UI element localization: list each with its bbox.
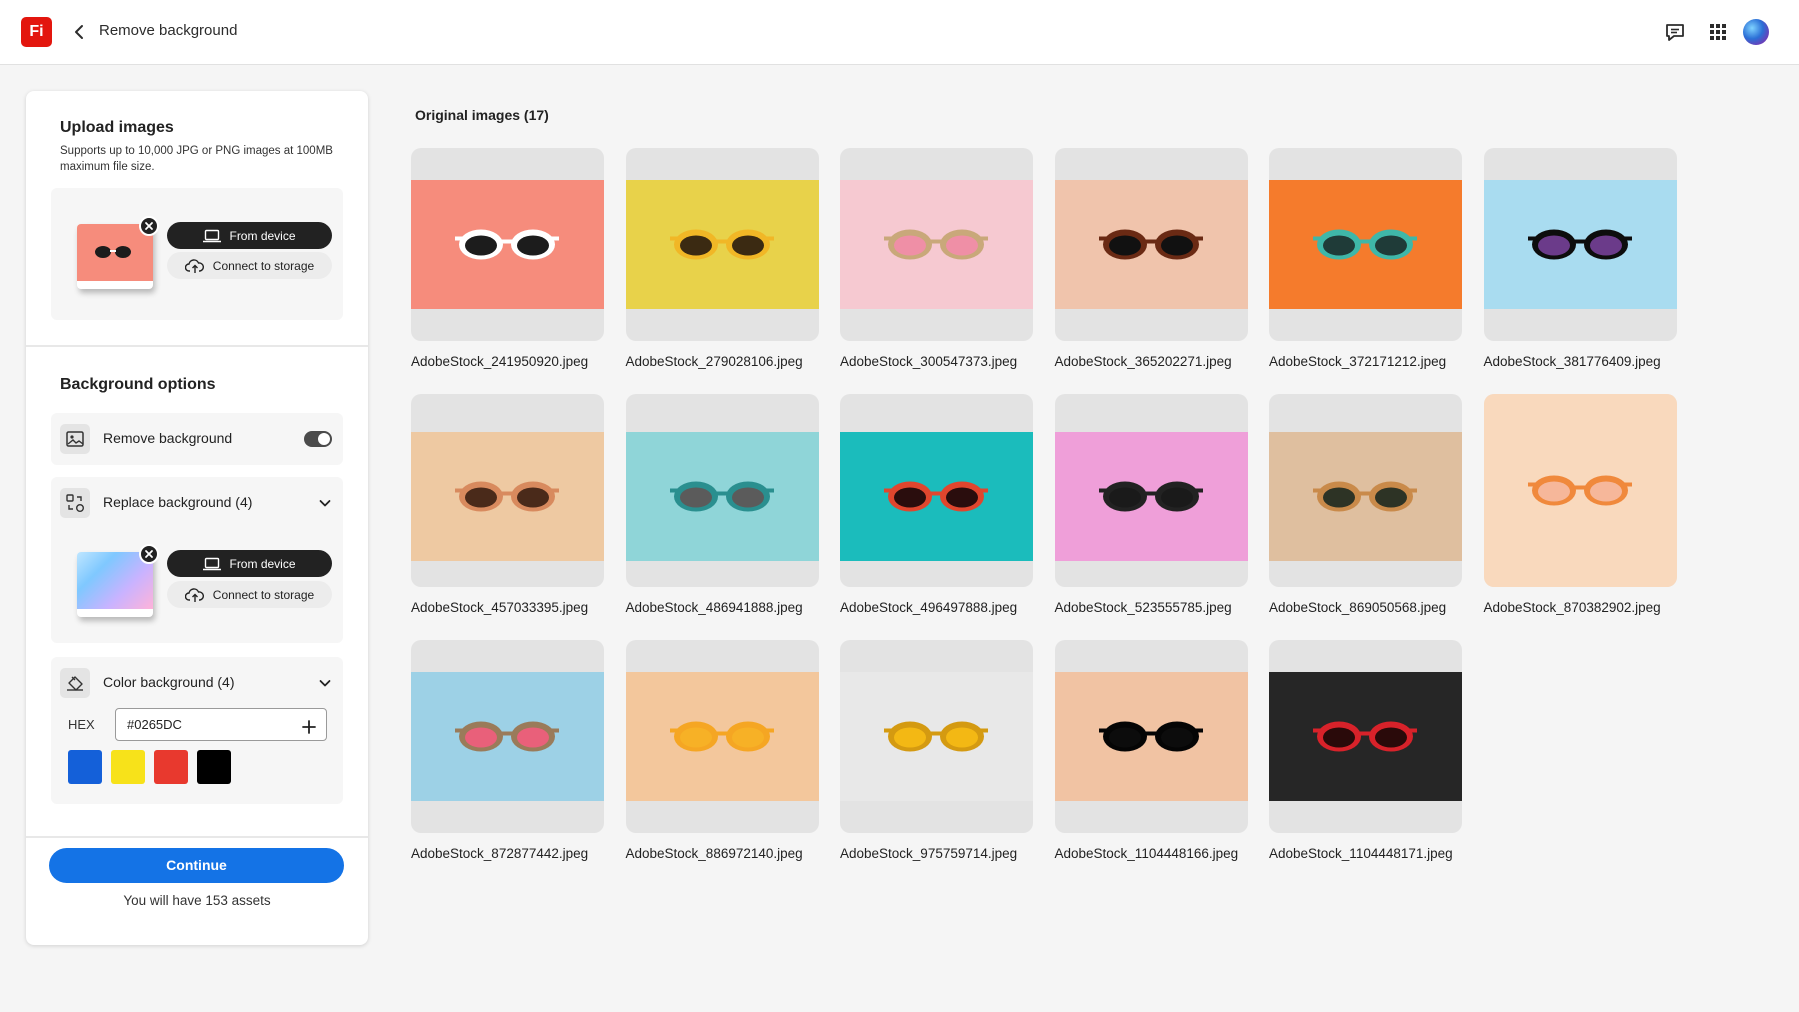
top-bar: Fi Remove background [0, 0, 1799, 65]
page-title: Remove background [99, 22, 238, 39]
options-panel: Upload images Supports up to 10,000 JPG … [26, 91, 368, 945]
image-thumbnail [1054, 148, 1248, 341]
upload-from-device-button[interactable]: From device [167, 222, 332, 249]
apps-grid-icon[interactable] [1706, 20, 1730, 44]
laptop-icon [203, 557, 222, 570]
image-thumbnail [625, 148, 819, 341]
image-thumbnail [1483, 394, 1677, 587]
image-thumbnail [1269, 640, 1462, 833]
color-swatch-blue[interactable] [68, 750, 102, 784]
back-chevron-icon[interactable] [68, 20, 90, 44]
color-swatch-yellow[interactable] [111, 750, 145, 784]
replace-connect-storage-label: Connect to storage [212, 587, 315, 602]
color-background-chevron-down-icon[interactable] [317, 675, 333, 691]
upload-connect-storage-button[interactable]: Connect to storage [167, 252, 332, 279]
image-remove-icon [60, 424, 90, 454]
remove-background-option[interactable]: Remove background [51, 413, 343, 465]
image-thumbnail [1054, 394, 1248, 587]
image-filename: AdobeStock_372171212.jpeg [1269, 354, 1447, 369]
cloud-upload-icon [184, 258, 204, 273]
upload-images-title: Upload images [60, 119, 174, 136]
remove-replace-image-close-icon[interactable] [139, 544, 159, 564]
gallery-title: Original images (17) [415, 107, 549, 123]
image-filename: AdobeStock_279028106.jpeg [625, 354, 803, 369]
comment-icon[interactable] [1663, 20, 1687, 44]
background-options-title: Background options [60, 376, 216, 393]
remove-background-toggle[interactable] [304, 431, 332, 447]
footer-divider [26, 836, 368, 838]
assets-count-note: You will have 153 assets [123, 893, 271, 908]
remove-upload-close-icon[interactable] [139, 216, 159, 236]
laptop-icon [203, 229, 222, 242]
image-filename: AdobeStock_300547373.jpeg [840, 354, 1018, 369]
image-thumbnail [840, 394, 1033, 587]
replace-background-label[interactable]: Replace background (4) [103, 494, 252, 510]
image-filename: AdobeStock_496497888.jpeg [840, 600, 1018, 615]
cloud-upload-icon [184, 587, 204, 602]
image-thumbnail [1269, 148, 1462, 341]
replace-connect-storage-button[interactable]: Connect to storage [167, 581, 332, 608]
paint-bucket-icon [60, 668, 90, 698]
app-logo[interactable]: Fi [21, 17, 52, 47]
image-filename: AdobeStock_870382902.jpeg [1483, 600, 1661, 615]
image-thumbnail [625, 394, 819, 587]
image-thumbnail [411, 640, 604, 833]
hex-color-input[interactable]: #0265DC [115, 708, 327, 741]
upload-thumbnail [77, 216, 159, 289]
image-filename: AdobeStock_365202271.jpeg [1054, 354, 1232, 369]
replace-background-icon [60, 488, 90, 518]
upload-card: From device Connect to storage [51, 188, 343, 320]
hex-label: HEX [68, 717, 95, 732]
section-divider [26, 345, 368, 347]
image-thumbnail [411, 148, 604, 341]
hex-value: #0265DC [127, 717, 182, 732]
from-device-label: From device [229, 228, 296, 243]
remove-background-label: Remove background [103, 430, 233, 446]
replace-background-card: Replace background (4) From device Conne… [51, 477, 343, 643]
image-thumbnail [1054, 640, 1248, 833]
image-thumbnail [840, 148, 1033, 341]
image-filename: AdobeStock_241950920.jpeg [411, 354, 589, 369]
image-filename: AdobeStock_872877442.jpeg [411, 846, 589, 861]
image-filename: AdobeStock_523555785.jpeg [1054, 600, 1232, 615]
image-filename: AdobeStock_886972140.jpeg [625, 846, 803, 861]
image-thumbnail [840, 640, 1033, 833]
replace-background-chevron-down-icon[interactable] [317, 495, 333, 511]
image-thumbnail [411, 394, 604, 587]
replace-from-device-label: From device [229, 556, 296, 571]
replace-background-thumbnail [77, 544, 159, 617]
image-filename: AdobeStock_869050568.jpeg [1269, 600, 1447, 615]
color-swatch-black[interactable] [197, 750, 231, 784]
image-filename: AdobeStock_1104448171.jpeg [1269, 846, 1453, 861]
replace-from-device-button[interactable]: From device [167, 550, 332, 577]
image-filename: AdobeStock_975759714.jpeg [840, 846, 1018, 861]
image-thumbnail [1269, 394, 1462, 587]
avatar[interactable] [1743, 19, 1769, 45]
continue-button[interactable]: Continue [49, 848, 344, 883]
color-swatch-red[interactable] [154, 750, 188, 784]
add-color-plus-icon[interactable] [300, 716, 318, 734]
color-background-label[interactable]: Color background (4) [103, 674, 235, 690]
image-filename: AdobeStock_381776409.jpeg [1483, 354, 1661, 369]
image-thumbnail [625, 640, 819, 833]
connect-storage-label: Connect to storage [212, 258, 315, 273]
upload-images-description: Supports up to 10,000 JPG or PNG images … [60, 145, 333, 173]
image-filename: AdobeStock_457033395.jpeg [411, 600, 589, 615]
image-filename: AdobeStock_1104448166.jpeg [1054, 846, 1239, 861]
image-filename: AdobeStock_486941888.jpeg [625, 600, 803, 615]
image-thumbnail [1483, 148, 1677, 341]
